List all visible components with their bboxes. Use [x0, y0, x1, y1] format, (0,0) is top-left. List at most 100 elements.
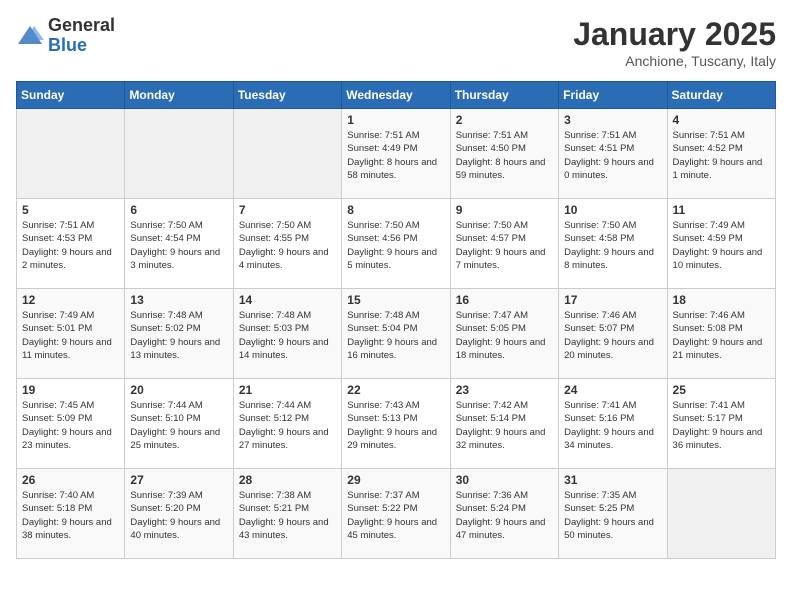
day-number: 18 — [673, 293, 770, 307]
day-number: 20 — [130, 383, 227, 397]
day-number: 28 — [239, 473, 336, 487]
calendar-cell — [667, 469, 775, 559]
day-info: Sunrise: 7:47 AMSunset: 5:05 PMDaylight:… — [456, 309, 553, 362]
day-number: 7 — [239, 203, 336, 217]
day-number: 16 — [456, 293, 553, 307]
week-row-2: 5 Sunrise: 7:51 AMSunset: 4:53 PMDaylight… — [17, 199, 776, 289]
logo-blue: Blue — [48, 36, 115, 56]
calendar-cell — [17, 109, 125, 199]
day-number: 22 — [347, 383, 444, 397]
day-info: Sunrise: 7:38 AMSunset: 5:21 PMDaylight:… — [239, 489, 336, 542]
calendar-cell: 10Sunrise: 7:50 AMSunset: 4:58 PMDayligh… — [559, 199, 667, 289]
week-row-5: 26 Sunrise: 7:40 AMSunset: 5:18 PMDayligh… — [17, 469, 776, 559]
calendar-cell — [125, 109, 233, 199]
day-info: Sunrise: 7:50 AMSunset: 4:57 PMDaylight:… — [456, 219, 553, 272]
day-info: Sunrise: 7:51 AMSunset: 4:53 PMDaylight:… — [22, 219, 119, 272]
day-info: Sunrise: 7:44 AMSunset: 5:10 PMDaylight:… — [130, 399, 227, 452]
day-info: Sunrise: 7:51 AMSunset: 4:52 PMDaylight:… — [673, 129, 770, 182]
calendar-cell: 25Sunrise: 7:41 AMSunset: 5:17 PMDayligh… — [667, 379, 775, 469]
day-info: Sunrise: 7:39 AMSunset: 5:20 PMDaylight:… — [130, 489, 227, 542]
calendar-cell: 4Sunrise: 7:51 AMSunset: 4:52 PMDaylight… — [667, 109, 775, 199]
calendar-cell: 7 Sunrise: 7:50 AMSunset: 4:55 PMDaylight… — [233, 199, 341, 289]
calendar-cell: 28 Sunrise: 7:38 AMSunset: 5:21 PMDayligh… — [233, 469, 341, 559]
day-info: Sunrise: 7:48 AMSunset: 5:03 PMDaylight:… — [239, 309, 336, 362]
day-info: Sunrise: 7:49 AMSunset: 5:01 PMDaylight:… — [22, 309, 119, 362]
day-number: 6 — [130, 203, 227, 217]
week-row-3: 12 Sunrise: 7:49 AMSunset: 5:01 PMDayligh… — [17, 289, 776, 379]
calendar-cell: 5 Sunrise: 7:51 AMSunset: 4:53 PMDaylight… — [17, 199, 125, 289]
day-info: Sunrise: 7:50 AMSunset: 4:54 PMDaylight:… — [130, 219, 227, 272]
day-info: Sunrise: 7:40 AMSunset: 5:18 PMDaylight:… — [22, 489, 119, 542]
day-info: Sunrise: 7:49 AMSunset: 4:59 PMDaylight:… — [673, 219, 770, 272]
week-row-1: 1Sunrise: 7:51 AMSunset: 4:49 PMDaylight… — [17, 109, 776, 199]
header-wednesday: Wednesday — [342, 82, 450, 109]
day-info: Sunrise: 7:36 AMSunset: 5:24 PMDaylight:… — [456, 489, 553, 542]
header-monday: Monday — [125, 82, 233, 109]
logo-general: General — [48, 16, 115, 36]
calendar-cell: 29 Sunrise: 7:37 AMSunset: 5:22 PMDayligh… — [342, 469, 450, 559]
header-friday: Friday — [559, 82, 667, 109]
calendar-cell: 1Sunrise: 7:51 AMSunset: 4:49 PMDaylight… — [342, 109, 450, 199]
day-info: Sunrise: 7:44 AMSunset: 5:12 PMDaylight:… — [239, 399, 336, 452]
day-number: 23 — [456, 383, 553, 397]
page-header: General Blue January 2025 Anchione, Tusc… — [16, 16, 776, 69]
day-number: 9 — [456, 203, 553, 217]
day-number: 2 — [456, 113, 553, 127]
day-number: 1 — [347, 113, 444, 127]
day-info: Sunrise: 7:46 AMSunset: 5:08 PMDaylight:… — [673, 309, 770, 362]
title-block: January 2025 Anchione, Tuscany, Italy — [573, 16, 776, 69]
calendar-cell: 9 Sunrise: 7:50 AMSunset: 4:57 PMDaylight… — [450, 199, 558, 289]
day-info: Sunrise: 7:48 AMSunset: 5:04 PMDaylight:… — [347, 309, 444, 362]
calendar-cell: 18 Sunrise: 7:46 AMSunset: 5:08 PMDayligh… — [667, 289, 775, 379]
day-number: 17 — [564, 293, 661, 307]
day-info: Sunrise: 7:46 AMSunset: 5:07 PMDaylight:… — [564, 309, 661, 362]
day-number: 15 — [347, 293, 444, 307]
header-thursday: Thursday — [450, 82, 558, 109]
calendar-cell: 27 Sunrise: 7:39 AMSunset: 5:20 PMDayligh… — [125, 469, 233, 559]
day-info: Sunrise: 7:42 AMSunset: 5:14 PMDaylight:… — [456, 399, 553, 452]
day-number: 14 — [239, 293, 336, 307]
page-location: Anchione, Tuscany, Italy — [573, 53, 776, 69]
day-info: Sunrise: 7:50 AMSunset: 4:55 PMDaylight:… — [239, 219, 336, 272]
day-number: 10 — [564, 203, 661, 217]
calendar-cell: 24Sunrise: 7:41 AMSunset: 5:16 PMDayligh… — [559, 379, 667, 469]
calendar-cell: 19 Sunrise: 7:45 AMSunset: 5:09 PMDayligh… — [17, 379, 125, 469]
calendar-cell: 6 Sunrise: 7:50 AMSunset: 4:54 PMDaylight… — [125, 199, 233, 289]
calendar-cell: 11 Sunrise: 7:49 AMSunset: 4:59 PMDayligh… — [667, 199, 775, 289]
week-row-4: 19 Sunrise: 7:45 AMSunset: 5:09 PMDayligh… — [17, 379, 776, 469]
calendar-cell: 15 Sunrise: 7:48 AMSunset: 5:04 PMDayligh… — [342, 289, 450, 379]
day-number: 11 — [673, 203, 770, 217]
calendar-cell: 30 Sunrise: 7:36 AMSunset: 5:24 PMDayligh… — [450, 469, 558, 559]
day-number: 29 — [347, 473, 444, 487]
logo-text: General Blue — [48, 16, 115, 56]
calendar-cell: 31 Sunrise: 7:35 AMSunset: 5:25 PMDayligh… — [559, 469, 667, 559]
calendar-cell — [233, 109, 341, 199]
day-number: 30 — [456, 473, 553, 487]
day-info: Sunrise: 7:41 AMSunset: 5:16 PMDaylight:… — [564, 399, 661, 452]
day-info: Sunrise: 7:50 AMSunset: 4:56 PMDaylight:… — [347, 219, 444, 272]
calendar-cell: 8Sunrise: 7:50 AMSunset: 4:56 PMDaylight… — [342, 199, 450, 289]
header-saturday: Saturday — [667, 82, 775, 109]
calendar-header: SundayMondayTuesdayWednesdayThursdayFrid… — [17, 82, 776, 109]
day-number: 31 — [564, 473, 661, 487]
header-row: SundayMondayTuesdayWednesdayThursdayFrid… — [17, 82, 776, 109]
logo-icon — [16, 22, 44, 50]
day-info: Sunrise: 7:45 AMSunset: 5:09 PMDaylight:… — [22, 399, 119, 452]
calendar-table: SundayMondayTuesdayWednesdayThursdayFrid… — [16, 81, 776, 559]
day-number: 26 — [22, 473, 119, 487]
day-info: Sunrise: 7:35 AMSunset: 5:25 PMDaylight:… — [564, 489, 661, 542]
day-number: 12 — [22, 293, 119, 307]
day-number: 27 — [130, 473, 227, 487]
day-number: 5 — [22, 203, 119, 217]
calendar-cell: 23 Sunrise: 7:42 AMSunset: 5:14 PMDayligh… — [450, 379, 558, 469]
calendar-cell: 17 Sunrise: 7:46 AMSunset: 5:07 PMDayligh… — [559, 289, 667, 379]
logo: General Blue — [16, 16, 115, 56]
page-title: January 2025 — [573, 16, 776, 53]
calendar-cell: 20 Sunrise: 7:44 AMSunset: 5:10 PMDayligh… — [125, 379, 233, 469]
header-sunday: Sunday — [17, 82, 125, 109]
day-number: 19 — [22, 383, 119, 397]
day-info: Sunrise: 7:41 AMSunset: 5:17 PMDaylight:… — [673, 399, 770, 452]
day-number: 3 — [564, 113, 661, 127]
calendar-cell: 12 Sunrise: 7:49 AMSunset: 5:01 PMDayligh… — [17, 289, 125, 379]
day-info: Sunrise: 7:37 AMSunset: 5:22 PMDaylight:… — [347, 489, 444, 542]
